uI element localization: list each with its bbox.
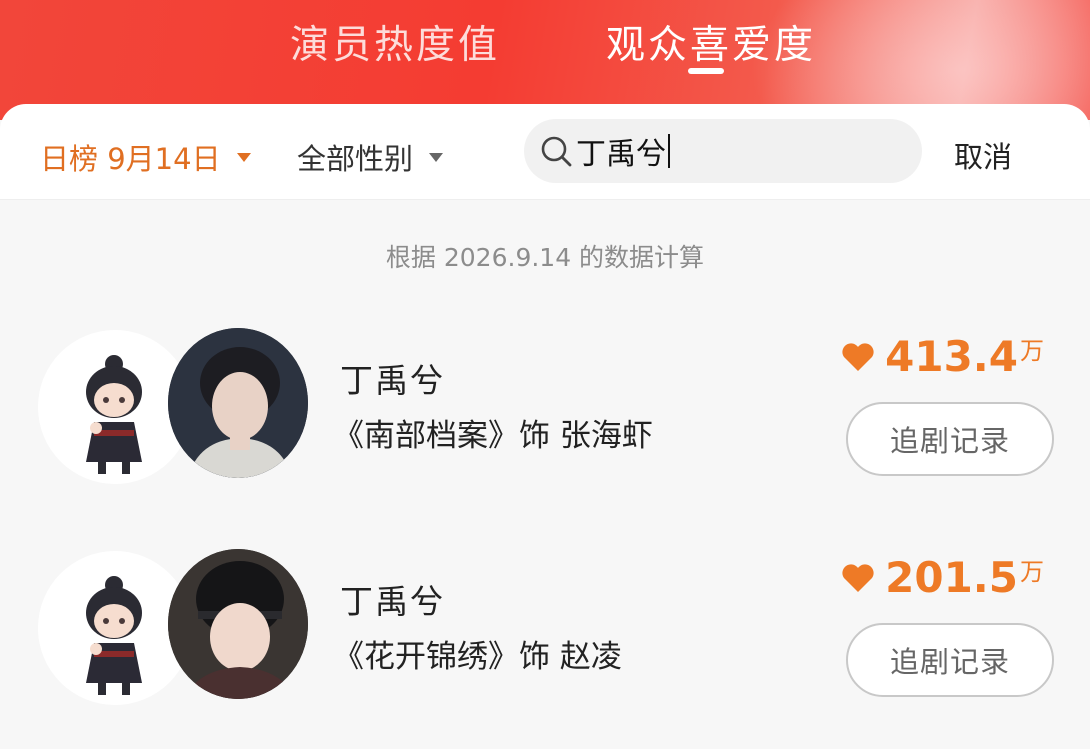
- active-tab-indicator: [688, 68, 724, 74]
- actor-photo-image: [168, 549, 308, 699]
- gender-filter-label: 全部性别: [297, 142, 414, 176]
- role-text: 《花开锦绣》饰 赵凌: [333, 639, 622, 675]
- date-filter-label: 日榜 9月14日: [40, 142, 221, 176]
- tab-actor-heat[interactable]: 演员热度值: [290, 14, 500, 70]
- actor-name: 丁禹兮: [340, 582, 445, 621]
- actor-photo: [168, 549, 308, 699]
- list-item[interactable]: 丁禹兮 《花开锦绣》饰 赵凌 201.5 万 追剧记录: [0, 543, 1090, 713]
- actor-name: 丁禹兮: [340, 361, 445, 400]
- search-input-value: 丁禹兮: [576, 137, 666, 172]
- list-item[interactable]: 丁禹兮 《南部档案》饰 张海虾 413.4 万 追剧记录: [0, 322, 1090, 492]
- text-cursor: [668, 134, 670, 168]
- caret-down-icon: [429, 152, 444, 162]
- score-unit: 万: [1020, 337, 1044, 365]
- caret-down-icon: [236, 152, 251, 162]
- heart-icon: [842, 342, 874, 371]
- header-banner: 演员热度值 观众喜爱度: [0, 0, 1090, 120]
- search-input[interactable]: 丁禹兮: [576, 129, 906, 173]
- heart-icon: [842, 563, 874, 592]
- score-value: 413.4: [885, 332, 1018, 381]
- score-value: 201.5: [885, 553, 1018, 602]
- cancel-button[interactable]: 取消: [954, 134, 1012, 176]
- love-score: 413.4 万: [841, 332, 1044, 381]
- data-source-note: 根据 2026.9.14 的数据计算: [385, 243, 705, 272]
- love-score: 201.5 万: [841, 553, 1044, 602]
- watch-record-button[interactable]: 追剧记录: [846, 402, 1054, 476]
- score-unit: 万: [1020, 558, 1044, 586]
- actor-photo-image: [168, 328, 308, 478]
- date-filter[interactable]: 日榜 9月14日: [40, 136, 251, 178]
- search-icon: [541, 136, 572, 167]
- gender-filter[interactable]: 全部性别: [297, 136, 444, 178]
- filter-bar: 日榜 9月14日 全部性别 丁禹兮 取消: [0, 104, 1090, 200]
- tab-audience-love[interactable]: 观众喜爱度: [606, 14, 816, 70]
- role-text: 《南部档案》饰 张海虾: [333, 418, 653, 454]
- search-box[interactable]: 丁禹兮: [524, 119, 922, 183]
- actor-photo: [168, 328, 308, 478]
- watch-record-button[interactable]: 追剧记录: [846, 623, 1054, 697]
